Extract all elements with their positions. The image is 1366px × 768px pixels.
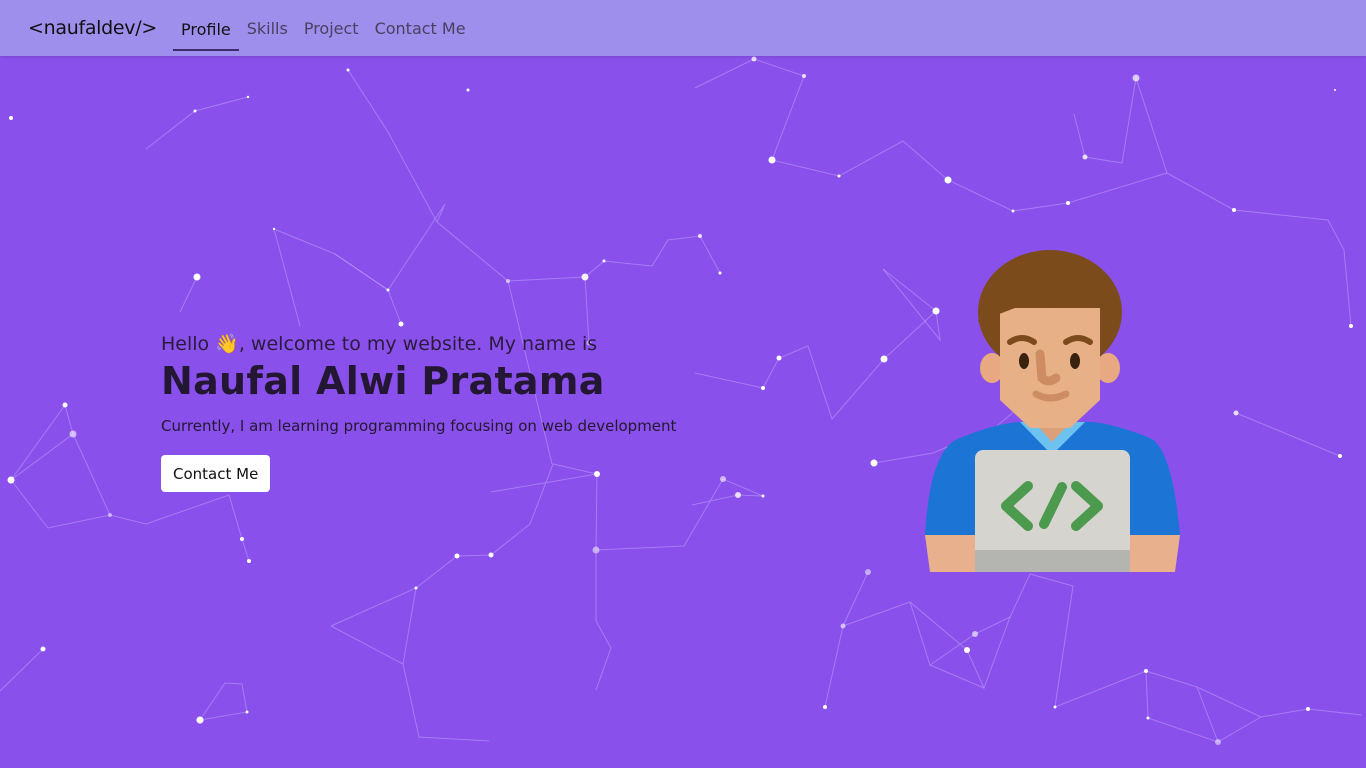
developer-laptop-icon — [925, 250, 1180, 572]
nav-link-project[interactable]: Project — [296, 5, 367, 51]
greeting-text: Hello 👋, welcome to my website. My name … — [161, 333, 598, 355]
developer-illustration — [920, 250, 1185, 575]
hero-name: Naufal Alwi Pratama — [161, 359, 605, 403]
navbar: <naufaldev/> Profile Skills Project Cont… — [0, 0, 1366, 56]
nav-link-skills[interactable]: Skills — [239, 5, 296, 51]
hero-section: Hello 👋, welcome to my website. My name … — [161, 332, 676, 492]
contact-me-button[interactable]: Contact Me — [161, 455, 271, 492]
brand-logo[interactable]: <naufaldev/> — [28, 17, 157, 39]
nav-link-profile[interactable]: Profile — [172, 9, 239, 51]
hero-tagline: Currently, I am learning programming foc… — [161, 417, 677, 435]
nav-link-contact[interactable]: Contact Me — [367, 5, 474, 51]
